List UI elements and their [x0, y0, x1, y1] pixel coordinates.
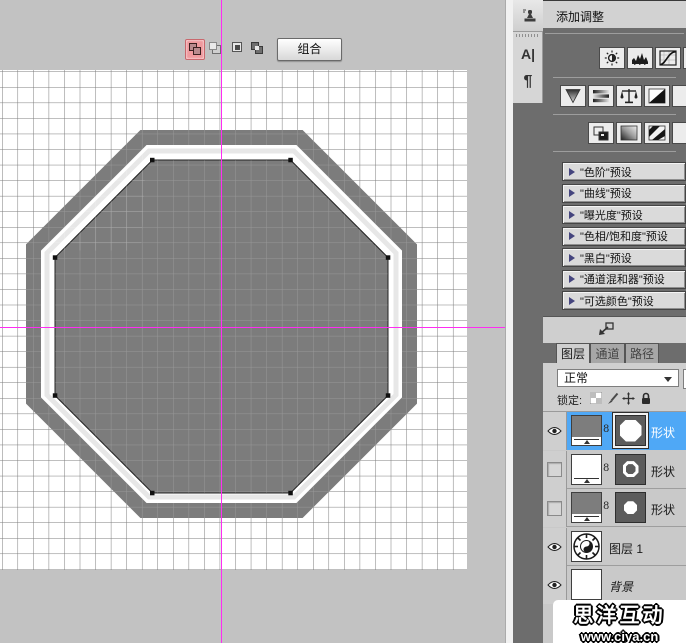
layer-thumbnail[interactable]	[571, 569, 602, 600]
eye-empty-well	[547, 501, 562, 516]
tab-channels[interactable]: 通道	[590, 343, 625, 363]
curves-icon[interactable]	[655, 47, 681, 69]
layer-name[interactable]: 形状	[651, 463, 675, 480]
visibility-toggle[interactable]	[543, 528, 567, 566]
preset-exposure[interactable]: "曝光度"预设	[562, 205, 686, 224]
bagua-image	[572, 532, 601, 561]
watermark-url: www.ciya.cn	[581, 629, 659, 643]
visibility-toggle[interactable]	[543, 566, 567, 604]
panel-icon-dock: A| ¶	[513, 0, 543, 643]
eye-icon	[547, 580, 562, 590]
blend-mode-select[interactable]: 正常	[557, 369, 679, 387]
levels-icon[interactable]	[627, 47, 653, 69]
preset-channel-mixer[interactable]: "通道混和器"预设	[562, 270, 686, 289]
fill-thumbnail[interactable]	[571, 492, 602, 523]
preset-curves[interactable]: "曲线"预设	[562, 184, 686, 203]
lock-all-icon[interactable]	[639, 391, 653, 405]
layer-row-shape-1[interactable]: 8 形状	[543, 489, 686, 527]
expander-icon[interactable]	[569, 189, 575, 197]
layer-row-shape-3[interactable]: 8 形状	[543, 412, 686, 450]
paragraph-panel-icon[interactable]: ¶	[513, 70, 543, 94]
fill-thumbnail[interactable]	[571, 415, 602, 446]
lock-transparency-icon[interactable]	[589, 391, 603, 405]
link-icon: 8	[603, 501, 609, 512]
tab-paths[interactable]: 路径	[625, 343, 659, 363]
preset-levels[interactable]: "色阶"预设	[562, 162, 686, 181]
hue-saturation-icon[interactable]	[588, 85, 614, 107]
eye-icon	[547, 426, 562, 436]
visibility-toggle[interactable]	[543, 489, 567, 527]
vector-mask-thumbnail[interactable]	[615, 492, 646, 523]
layer-thumbnail[interactable]	[571, 531, 602, 562]
layer-name[interactable]: 背景	[609, 578, 633, 595]
layer-row-shape-2[interactable]: 8 形状	[543, 451, 686, 489]
vector-mask-thumbnail[interactable]	[615, 454, 646, 485]
subtract-from-shape-area-button[interactable]	[207, 39, 222, 58]
lock-label: 锁定:	[557, 392, 582, 408]
preset-selective-color[interactable]: "可选颜色"预设	[562, 291, 686, 310]
watermark: 思洋互动 www.ciya.cn	[553, 600, 686, 643]
visibility-toggle[interactable]	[543, 412, 567, 450]
gradient-map-icon[interactable]	[616, 122, 642, 144]
layer-row-layer1[interactable]: 图层 1	[543, 528, 686, 566]
photo-filter-icon-partial[interactable]	[672, 85, 686, 107]
color-balance-icon[interactable]	[616, 85, 642, 107]
intersect-shape-areas-button[interactable]	[229, 39, 245, 58]
watermark-title: 思洋互动	[574, 599, 666, 628]
expand-panel-icon[interactable]	[596, 321, 616, 338]
threshold-icon[interactable]	[644, 122, 670, 144]
preset-black-white[interactable]: "黑白"预设	[562, 248, 686, 267]
clone-source-icon[interactable]	[513, 0, 543, 32]
invert-icon[interactable]	[588, 122, 614, 144]
vibrance-icon[interactable]	[560, 85, 586, 107]
layers-tab-bar: 图层 通道 路径	[543, 343, 686, 363]
photoshop-workspace: 组合 A| ¶ 添加调整	[0, 0, 686, 643]
adjustments-header: 添加调整	[543, 0, 686, 28]
eye-icon	[547, 542, 562, 552]
expander-icon[interactable]	[569, 297, 575, 305]
expander-icon[interactable]	[569, 254, 575, 262]
dock-separator	[516, 34, 540, 37]
lock-pixels-brush-icon[interactable]	[605, 391, 619, 405]
layer-name[interactable]: 形状	[651, 501, 675, 518]
exclude-overlapping-areas-button[interactable]	[248, 39, 265, 58]
adjustments-panel: 添加调整	[543, 0, 686, 643]
link-icon: 8	[603, 424, 609, 435]
combine-button[interactable]: 组合	[277, 38, 342, 61]
blend-mode-value: 正常	[564, 371, 588, 385]
lock-position-move-icon[interactable]	[621, 391, 635, 405]
character-panel-icon[interactable]: A|	[513, 42, 543, 66]
tab-layers[interactable]: 图层	[556, 343, 590, 363]
chevron-down-icon	[664, 377, 672, 382]
adjustments-title: 添加调整	[556, 8, 604, 25]
link-icon: 8	[603, 463, 609, 474]
layer-name[interactable]: 图层 1	[609, 540, 643, 557]
fill-thumbnail[interactable]	[571, 454, 602, 485]
preset-hue-saturation[interactable]: "色相/饱和度"预设	[562, 227, 686, 246]
expander-icon[interactable]	[569, 211, 575, 219]
visibility-toggle[interactable]	[543, 451, 567, 489]
vector-mask-thumbnail[interactable]	[615, 415, 646, 446]
expander-icon[interactable]	[569, 275, 575, 283]
selective-color-icon-partial[interactable]	[672, 122, 686, 144]
expander-icon[interactable]	[569, 168, 575, 176]
layer-name[interactable]: 形状	[651, 424, 675, 441]
add-to-shape-area-button[interactable]	[185, 39, 205, 60]
black-white-icon[interactable]	[644, 85, 670, 107]
adjustments-footer	[543, 316, 686, 344]
document-window	[0, 0, 505, 643]
expander-icon[interactable]	[569, 232, 575, 240]
brightness-contrast-icon[interactable]	[599, 47, 625, 69]
eye-empty-well	[547, 462, 562, 477]
